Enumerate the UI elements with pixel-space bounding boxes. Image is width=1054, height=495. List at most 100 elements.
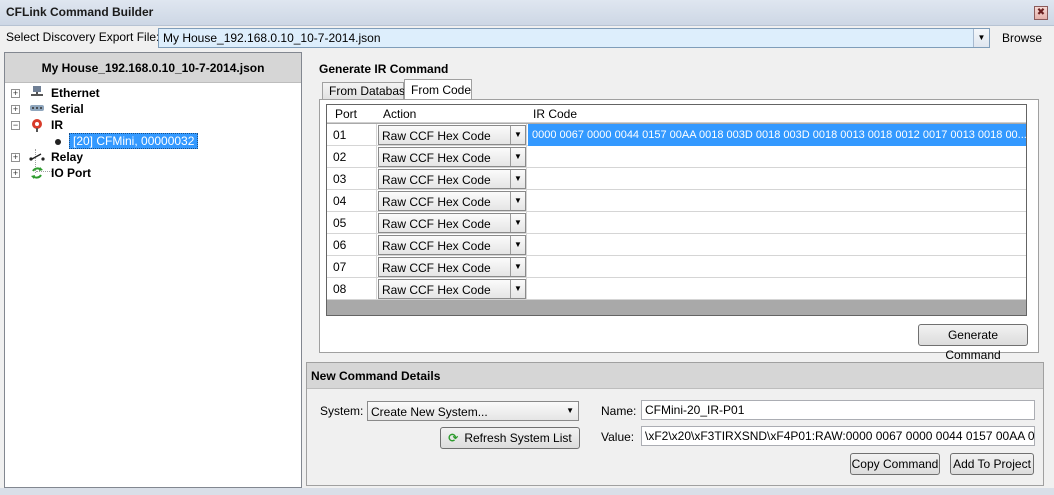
refresh-label: Refresh System List <box>464 431 572 445</box>
details-header: New Command Details <box>307 363 1043 389</box>
tab-from-code[interactable]: From Code <box>404 79 472 101</box>
tree-node-ethernet[interactable]: + Ethernet <box>5 85 301 101</box>
name-field[interactable]: CFMini-20_IR-P01 <box>641 400 1035 420</box>
chevron-down-icon[interactable]: ▼ <box>510 192 525 210</box>
value-field[interactable]: \xF2\x20\xF3TIRXSND\xF4P01:RAW:0000 0067… <box>641 426 1035 446</box>
generate-command-button[interactable]: Generate Command <box>918 324 1028 362</box>
table-row[interactable]: 07 Raw CCF Hex Code ▼ <box>327 256 1026 278</box>
action-select[interactable]: Raw CCF Hex Code ▼ <box>378 235 526 255</box>
tree-node-label: Serial <box>51 102 84 116</box>
browse-button[interactable]: Browse <box>996 28 1048 48</box>
chevron-down-icon[interactable]: ▼ <box>510 148 525 166</box>
action-select[interactable]: Raw CCF Hex Code ▼ <box>378 169 526 189</box>
tree-header: My House_192.168.0.10_10-7-2014.json <box>5 53 301 83</box>
tree-node-label: IO Port <box>51 166 92 180</box>
ir-code-cell[interactable] <box>528 256 1026 278</box>
port-cell: 07 <box>327 256 377 278</box>
from-code-page: Port Action IR Code 01 Raw CCF Hex Code ▼… <box>319 99 1039 362</box>
copy-command-button[interactable]: Copy Command <box>850 453 940 475</box>
tab-from-database[interactable]: From Database <box>322 82 412 100</box>
table-row[interactable]: 01 Raw CCF Hex Code ▼ 0000 0067 0000 0044… <box>327 124 1026 146</box>
action-select[interactable]: Raw CCF Hex Code ▼ <box>378 191 526 211</box>
ir-code-cell[interactable] <box>528 212 1026 234</box>
close-icon[interactable]: ✖ <box>1034 6 1048 20</box>
action-value: Raw CCF Hex Code <box>382 195 491 209</box>
action-value: Raw CCF Hex Code <box>382 129 491 143</box>
ir-code-cell[interactable]: 0000 0067 0000 0044 0157 00AA 0018 003D … <box>528 124 1026 146</box>
file-select-label: Select Discovery Export File: <box>6 30 160 44</box>
title-bar: CFLink Command Builder ✖ <box>0 0 1054 26</box>
generate-ir-group: Generate IR Command From Database From C… <box>306 52 1044 362</box>
collapse-icon[interactable]: − <box>11 121 20 130</box>
action-cell: Raw CCF Hex Code ▼ <box>377 278 527 300</box>
port-cell: 06 <box>327 234 377 256</box>
action-select[interactable]: Raw CCF Hex Code ▼ <box>378 279 526 299</box>
chevron-down-icon[interactable]: ▼ <box>510 170 525 188</box>
ir-code-cell[interactable] <box>528 146 1026 168</box>
expand-icon[interactable]: + <box>11 89 20 98</box>
chevron-down-icon[interactable]: ▼ <box>510 126 525 144</box>
tree-node-io-port[interactable]: + IO Port <box>5 165 301 181</box>
add-to-project-button[interactable]: Add To Project <box>950 453 1034 475</box>
expand-icon[interactable]: + <box>11 153 20 162</box>
tree-node-label: Relay <box>51 150 84 164</box>
group-title: Generate IR Command <box>319 62 449 76</box>
chevron-down-icon[interactable]: ▼ <box>510 258 525 276</box>
expand-icon[interactable]: + <box>11 105 20 114</box>
file-selector-bar: Select Discovery Export File: My House_1… <box>0 26 1054 50</box>
ir-code-cell[interactable] <box>528 190 1026 212</box>
table-row[interactable]: 06 Raw CCF Hex Code ▼ <box>327 234 1026 256</box>
chevron-down-icon[interactable]: ▼ <box>510 214 525 232</box>
io-port-icon <box>29 166 45 180</box>
tree-node-cfmini[interactable]: [20] CFMini, 00000032 <box>5 133 301 149</box>
column-header-port[interactable]: Port <box>335 107 357 121</box>
tree-node-ir[interactable]: − IR <box>5 117 301 133</box>
new-command-details-panel: New Command Details System: Create New S… <box>306 362 1044 486</box>
expand-icon[interactable]: + <box>11 169 20 178</box>
refresh-system-list-button[interactable]: ⟳ Refresh System List <box>440 427 580 449</box>
system-select[interactable]: Create New System... ▼ <box>367 401 579 421</box>
system-select-value: Create New System... <box>371 405 488 419</box>
column-header-ir-code[interactable]: IR Code <box>533 107 577 121</box>
serial-port-icon <box>29 102 45 116</box>
table-row[interactable]: 08 Raw CCF Hex Code ▼ <box>327 278 1026 300</box>
table-row[interactable]: 05 Raw CCF Hex Code ▼ <box>327 212 1026 234</box>
chevron-down-icon[interactable]: ▼ <box>510 280 525 298</box>
port-cell: 05 <box>327 212 377 234</box>
action-cell: Raw CCF Hex Code ▼ <box>377 212 527 234</box>
ir-code-grid: Port Action IR Code 01 Raw CCF Hex Code ▼… <box>326 104 1027 316</box>
action-select[interactable]: Raw CCF Hex Code ▼ <box>378 213 526 233</box>
tree-node-serial[interactable]: + Serial <box>5 101 301 117</box>
action-select[interactable]: Raw CCF Hex Code ▼ <box>378 125 526 145</box>
port-cell: 04 <box>327 190 377 212</box>
chevron-down-icon[interactable]: ▼ <box>566 406 574 415</box>
ir-code-cell[interactable] <box>528 168 1026 190</box>
action-value: Raw CCF Hex Code <box>382 217 491 231</box>
action-value: Raw CCF Hex Code <box>382 261 491 275</box>
port-cell: 02 <box>327 146 377 168</box>
action-value: Raw CCF Hex Code <box>382 173 491 187</box>
column-header-action[interactable]: Action <box>383 107 416 121</box>
value-label: Value: <box>601 430 635 444</box>
tree-node-relay[interactable]: + Relay <box>5 149 301 165</box>
device-tree-panel: My House_192.168.0.10_10-7-2014.json + E… <box>4 52 302 488</box>
table-row[interactable]: 03 Raw CCF Hex Code ▼ <box>327 168 1026 190</box>
ir-emitter-icon <box>29 118 45 132</box>
refresh-icon: ⟳ <box>448 431 459 445</box>
table-row[interactable]: 02 Raw CCF Hex Code ▼ <box>327 146 1026 168</box>
action-cell: Raw CCF Hex Code ▼ <box>377 256 527 278</box>
port-cell: 01 <box>327 124 377 146</box>
chevron-down-icon[interactable]: ▼ <box>973 29 989 47</box>
relay-icon <box>29 150 45 164</box>
ir-code-cell[interactable] <box>528 278 1026 300</box>
file-select-combo[interactable]: My House_192.168.0.10_10-7-2014.json ▼ <box>158 28 990 48</box>
action-select[interactable]: Raw CCF Hex Code ▼ <box>378 257 526 277</box>
action-value: Raw CCF Hex Code <box>382 283 491 297</box>
ir-code-cell[interactable] <box>528 234 1026 256</box>
action-cell: Raw CCF Hex Code ▼ <box>377 190 527 212</box>
action-cell: Raw CCF Hex Code ▼ <box>377 234 527 256</box>
tree-node-label-selected: [20] CFMini, 00000032 <box>69 133 199 149</box>
table-row[interactable]: 04 Raw CCF Hex Code ▼ <box>327 190 1026 212</box>
chevron-down-icon[interactable]: ▼ <box>510 236 525 254</box>
action-select[interactable]: Raw CCF Hex Code ▼ <box>378 147 526 167</box>
